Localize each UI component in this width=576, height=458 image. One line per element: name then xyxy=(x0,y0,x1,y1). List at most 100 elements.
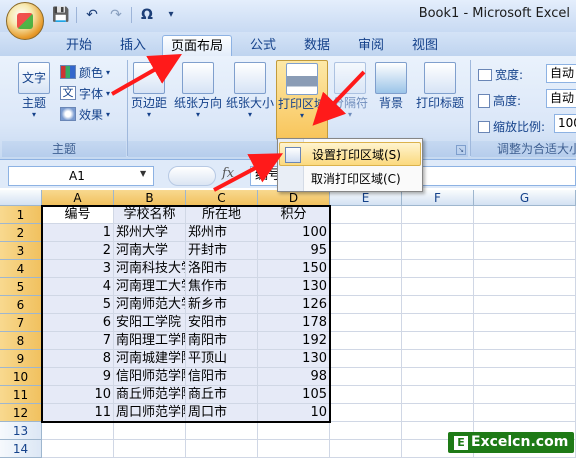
row-header[interactable]: 4 xyxy=(0,260,42,278)
table-cell[interactable] xyxy=(330,422,402,440)
row-header[interactable]: 14 xyxy=(0,440,42,458)
table-cell[interactable]: 8 xyxy=(42,350,114,368)
table-cell[interactable]: 1 xyxy=(42,224,114,242)
table-cell[interactable] xyxy=(330,206,402,224)
width-select[interactable]: 自动 xyxy=(546,64,576,83)
column-header[interactable]: F xyxy=(402,190,474,206)
row-header[interactable]: 6 xyxy=(0,296,42,314)
table-cell[interactable]: 4 xyxy=(42,278,114,296)
table-cell[interactable]: 安阳工学院 xyxy=(114,314,186,332)
table-cell[interactable] xyxy=(474,332,576,350)
table-cell[interactable]: 150 xyxy=(258,260,330,278)
table-cell[interactable]: 所在地 xyxy=(186,206,258,224)
table-cell[interactable] xyxy=(258,440,330,458)
table-cell[interactable] xyxy=(402,368,474,386)
customize-icon[interactable]: ▾ xyxy=(162,6,180,24)
table-cell[interactable]: 开封市 xyxy=(186,242,258,260)
undo-icon[interactable]: ↶ xyxy=(83,6,101,24)
column-header[interactable]: G xyxy=(474,190,576,206)
table-cell[interactable]: 焦作市 xyxy=(186,278,258,296)
table-cell[interactable]: 编号 xyxy=(42,206,114,224)
office-button[interactable] xyxy=(6,2,44,40)
table-cell[interactable] xyxy=(186,440,258,458)
table-cell[interactable]: 商丘师范学院 xyxy=(114,386,186,404)
table-cell[interactable]: 5 xyxy=(42,296,114,314)
table-cell[interactable]: 河南大学 xyxy=(114,242,186,260)
table-cell[interactable] xyxy=(258,422,330,440)
table-cell[interactable]: 信阳师范学院 xyxy=(114,368,186,386)
table-cell[interactable] xyxy=(474,368,576,386)
column-header[interactable]: C xyxy=(186,190,258,206)
themes-button[interactable]: 文字 主题 ▾ xyxy=(10,62,58,120)
tab-review[interactable]: 审阅 xyxy=(350,35,392,56)
row-header[interactable]: 2 xyxy=(0,224,42,242)
table-cell[interactable] xyxy=(402,332,474,350)
table-cell[interactable] xyxy=(402,350,474,368)
table-cell[interactable] xyxy=(402,314,474,332)
table-cell[interactable]: 郑州市 xyxy=(186,224,258,242)
table-cell[interactable] xyxy=(186,422,258,440)
table-cell[interactable]: 2 xyxy=(42,242,114,260)
table-cell[interactable]: 3 xyxy=(42,260,114,278)
table-cell[interactable] xyxy=(330,386,402,404)
row-header[interactable]: 8 xyxy=(0,332,42,350)
row-header[interactable]: 13 xyxy=(0,422,42,440)
table-cell[interactable]: 洛阳市 xyxy=(186,260,258,278)
table-cell[interactable] xyxy=(474,224,576,242)
table-cell[interactable] xyxy=(330,242,402,260)
table-cell[interactable] xyxy=(474,260,576,278)
chevron-down-icon[interactable]: ▼ xyxy=(140,169,146,178)
table-cell[interactable]: 商丘市 xyxy=(186,386,258,404)
table-cell[interactable]: 130 xyxy=(258,350,330,368)
table-cell[interactable] xyxy=(474,206,576,224)
table-cell[interactable]: 学校名称 xyxy=(114,206,186,224)
table-cell[interactable] xyxy=(474,242,576,260)
table-cell[interactable] xyxy=(330,404,402,422)
table-cell[interactable] xyxy=(114,440,186,458)
tab-insert[interactable]: 插入 xyxy=(112,35,154,56)
table-cell[interactable]: 178 xyxy=(258,314,330,332)
tab-formulas[interactable]: 公式 xyxy=(242,35,284,56)
table-cell[interactable]: 98 xyxy=(258,368,330,386)
table-cell[interactable] xyxy=(474,386,576,404)
orientation-button[interactable]: 纸张方向 ▾ xyxy=(172,62,224,120)
print-area-button[interactable]: 打印区域 ▾ xyxy=(276,60,328,140)
table-cell[interactable]: 6 xyxy=(42,314,114,332)
row-header[interactable]: 10 xyxy=(0,368,42,386)
row-header[interactable]: 9 xyxy=(0,350,42,368)
table-cell[interactable] xyxy=(330,314,402,332)
name-box[interactable]: A1 xyxy=(8,166,154,186)
table-cell[interactable]: 河南城建学院 xyxy=(114,350,186,368)
table-cell[interactable]: 105 xyxy=(258,386,330,404)
column-header[interactable]: E xyxy=(330,190,402,206)
table-cell[interactable]: 安阳市 xyxy=(186,314,258,332)
theme-effects-button[interactable]: 效果 ▾ xyxy=(60,104,110,124)
background-button[interactable]: 背景 xyxy=(374,62,408,110)
table-cell[interactable]: 河南师范大学 xyxy=(114,296,186,314)
table-cell[interactable] xyxy=(42,422,114,440)
table-cell[interactable] xyxy=(42,440,114,458)
table-cell[interactable]: 10 xyxy=(258,404,330,422)
tab-home[interactable]: 开始 xyxy=(58,35,100,56)
tab-view[interactable]: 视图 xyxy=(404,35,446,56)
tab-page-layout[interactable]: 页面布局 xyxy=(162,35,233,56)
set-print-area-item[interactable]: 设置打印区域(S) xyxy=(279,142,421,166)
table-cell[interactable]: 南阳市 xyxy=(186,332,258,350)
table-cell[interactable] xyxy=(330,224,402,242)
column-header[interactable]: A xyxy=(42,190,114,206)
table-cell[interactable] xyxy=(402,278,474,296)
theme-fonts-button[interactable]: 文 字体 ▾ xyxy=(60,83,110,103)
table-cell[interactable] xyxy=(330,332,402,350)
row-header[interactable]: 5 xyxy=(0,278,42,296)
clear-print-area-item[interactable]: 取消打印区域(C) xyxy=(279,167,421,191)
table-cell[interactable] xyxy=(402,260,474,278)
height-select[interactable]: 自动 xyxy=(546,89,576,108)
page-setup-dialog-launcher[interactable]: ↘ xyxy=(456,145,466,155)
table-cell[interactable] xyxy=(474,314,576,332)
row-header[interactable]: 3 xyxy=(0,242,42,260)
table-cell[interactable]: 10 xyxy=(42,386,114,404)
table-cell[interactable]: 7 xyxy=(42,332,114,350)
table-cell[interactable]: 河南科技大学 xyxy=(114,260,186,278)
select-all-corner[interactable] xyxy=(0,190,42,206)
table-cell[interactable]: 积分 xyxy=(258,206,330,224)
